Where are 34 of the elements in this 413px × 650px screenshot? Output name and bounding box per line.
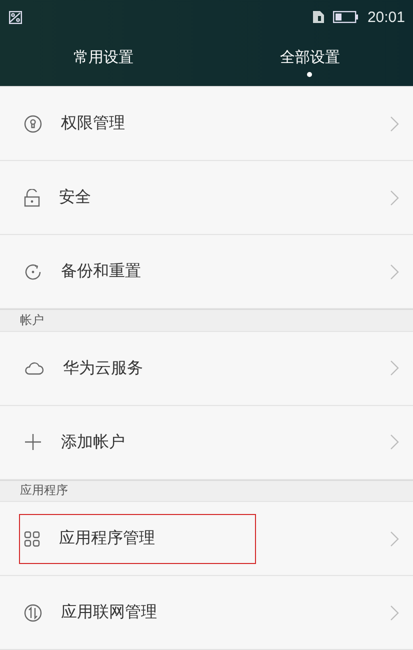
settings-row[interactable]: 权限管理 [0, 87, 413, 161]
row-label: 应用程序管理 [59, 528, 155, 549]
chevron-right-icon [390, 190, 399, 206]
chevron-right-icon [390, 116, 399, 132]
row-label: 备份和重置 [61, 261, 141, 282]
settings-tab[interactable]: 全部设置 [206, 34, 413, 86]
settings-tab[interactable]: 常用设置 [0, 34, 206, 86]
sim-card-icon [312, 10, 326, 24]
clock-time: 20:01 [367, 8, 405, 26]
settings-row[interactable]: 安全 [0, 161, 413, 235]
chevron-right-icon [390, 530, 399, 546]
lock-icon [24, 188, 40, 206]
settings-row[interactable]: 应用程序管理 [0, 502, 413, 576]
row-label: 添加帐户 [61, 432, 125, 452]
section-header: 应用程序 [0, 480, 413, 502]
grid-icon [24, 530, 40, 546]
chevron-right-icon [390, 434, 399, 450]
settings-row[interactable]: 应用联网管理 [0, 576, 413, 650]
settings-row[interactable]: 华为云服务 [0, 332, 413, 406]
section-header: 帐户 [0, 309, 413, 332]
row-label: 应用联网管理 [61, 602, 157, 623]
row-label: 华为云服务 [63, 358, 143, 378]
cloud-icon [24, 361, 44, 375]
image-icon [9, 10, 22, 24]
plus-icon [24, 433, 42, 451]
keyhole-icon [24, 114, 42, 132]
row-label: 安全 [59, 187, 91, 208]
battery-icon [333, 11, 360, 23]
up-down-arrows-icon [24, 604, 42, 622]
row-label: 权限管理 [61, 113, 125, 134]
chevron-right-icon [390, 604, 399, 620]
chevron-right-icon [390, 264, 399, 280]
refresh-icon [24, 262, 42, 280]
chevron-right-icon [390, 360, 399, 376]
